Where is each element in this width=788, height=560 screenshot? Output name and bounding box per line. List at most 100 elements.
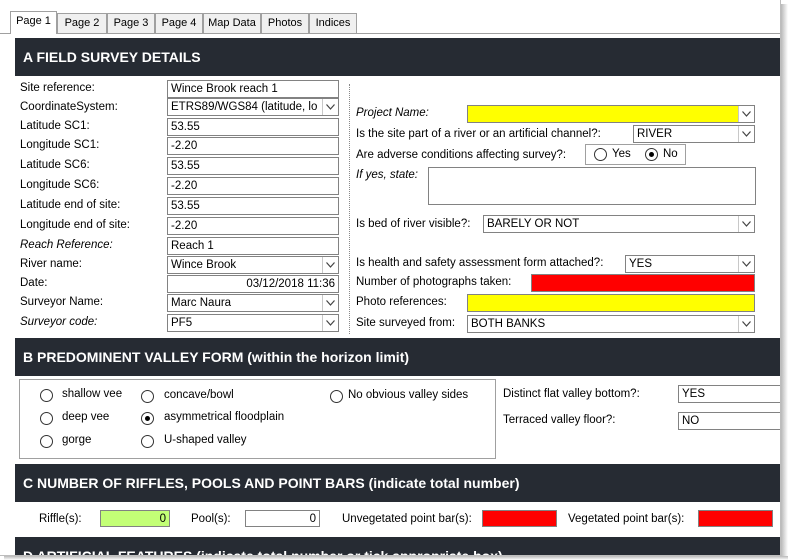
coordinate-system-label: CoordinateSystem:: [20, 101, 118, 113]
if-yes-state-textarea[interactable]: [428, 167, 756, 205]
longitude-end-input[interactable]: -2.20: [167, 217, 339, 235]
longitude-end-label: Longitude end of site:: [20, 219, 130, 231]
project-name-combo[interactable]: [467, 105, 755, 123]
chevron-down-icon[interactable]: [322, 315, 338, 331]
riffles-input[interactable]: 0: [100, 510, 170, 527]
column-divider: [349, 84, 350, 334]
adverse-no-radio[interactable]: [645, 148, 658, 161]
site-reference-label: Site reference:: [20, 82, 95, 94]
reach-reference-input[interactable]: Reach 1: [167, 237, 339, 255]
flat-valley-bottom-label: Distinct flat valley bottom?:: [503, 388, 640, 400]
latitude-sc1-label: Latitude SC1:: [20, 120, 90, 132]
if-yes-state-label: If yes, state:: [356, 169, 418, 181]
no-valley-sides-radio[interactable]: [330, 390, 343, 403]
longitude-sc6-input[interactable]: -2.20: [167, 177, 339, 195]
adverse-yes-radio[interactable]: [594, 148, 607, 161]
u-shaped-valley-radio[interactable]: [141, 435, 154, 448]
coordinate-system-combo[interactable]: ETRS89/WGS84 (latitude, lo: [167, 98, 339, 116]
terraced-floor-input[interactable]: NO: [678, 412, 780, 430]
longitude-sc6-label: Longitude SC6:: [20, 179, 100, 191]
num-photos-input[interactable]: [531, 274, 755, 292]
photo-references-label: Photo references:: [356, 296, 447, 308]
latitude-sc6-label: Latitude SC6:: [20, 159, 90, 171]
longitude-sc1-input[interactable]: -2.20: [167, 137, 339, 155]
tab-indices[interactable]: Indices: [309, 13, 357, 33]
surveyor-name-combo[interactable]: Marc Naura: [167, 294, 339, 312]
gorge-radio[interactable]: [40, 435, 53, 448]
tab-page-1[interactable]: Page 1: [10, 11, 57, 34]
health-safety-value: YES: [629, 258, 653, 270]
flat-valley-bottom-input[interactable]: YES: [678, 385, 780, 403]
date-input[interactable]: 03/12/2018 11:36: [167, 275, 339, 293]
project-name-label: Project Name:: [356, 107, 429, 119]
tab-page-3[interactable]: Page 3: [107, 13, 155, 33]
tab-photos[interactable]: Photos: [261, 13, 309, 33]
tab-page-4[interactable]: Page 4: [155, 13, 203, 33]
unvegetated-bars-input[interactable]: [482, 510, 557, 527]
window-shadow-right: [781, 4, 788, 560]
section-b-header: B PREDOMINENT VALLEY FORM (within the ho…: [15, 338, 780, 376]
tab-page-2[interactable]: Page 2: [57, 13, 107, 33]
site-part-label: Is the site part of a river or an artifi…: [356, 128, 601, 140]
latitude-end-input[interactable]: 53.55: [167, 197, 339, 215]
bed-visible-value: BARELY OR NOT: [487, 218, 580, 230]
health-safety-combo[interactable]: YES: [625, 255, 755, 273]
site-part-value: RIVER: [637, 128, 673, 140]
asymmetrical-floodplain-label: asymmetrical floodplain: [164, 411, 285, 423]
surveyor-code-combo[interactable]: PF5: [167, 314, 339, 332]
bed-visible-combo[interactable]: BARELY OR NOT: [483, 215, 755, 233]
chevron-down-icon[interactable]: [738, 216, 754, 232]
river-name-combo[interactable]: Wince Brook: [167, 256, 339, 274]
pools-label: Pool(s):: [191, 513, 231, 525]
chevron-down-icon[interactable]: [738, 126, 754, 142]
chevron-down-icon[interactable]: [738, 256, 754, 272]
latitude-end-label: Latitude end of site:: [20, 199, 121, 211]
unvegetated-bars-label: Unvegetated point bar(s):: [342, 513, 472, 525]
chevron-down-icon[interactable]: [322, 99, 338, 115]
site-reference-input[interactable]: Wince Brook reach 1: [167, 80, 339, 98]
chevron-down-icon[interactable]: [738, 106, 754, 122]
gorge-label: gorge: [62, 434, 92, 446]
riffles-label: Riffle(s):: [39, 513, 82, 525]
section-c-header: C NUMBER OF RIFFLES, POOLS AND POINT BAR…: [15, 464, 780, 502]
window-shadow-bottom: [4, 556, 788, 560]
bed-visible-label: Is bed of river visible?:: [356, 218, 471, 230]
concave-bowl-radio[interactable]: [141, 390, 154, 403]
vegetated-bars-input[interactable]: [698, 510, 773, 527]
adverse-yes-label: Yes: [612, 148, 631, 160]
surveyor-code-label: Surveyor code:: [20, 316, 98, 328]
latitude-sc1-input[interactable]: 53.55: [167, 118, 339, 136]
no-valley-sides-label: No obvious valley sides: [348, 389, 469, 401]
longitude-sc1-label: Longitude SC1:: [20, 139, 100, 151]
shallow-vee-radio[interactable]: [40, 389, 53, 402]
photo-references-input[interactable]: [467, 294, 755, 312]
shallow-vee-label: shallow vee: [62, 388, 123, 400]
tab-bar: Page 1 Page 2 Page 3 Page 4 Map Data Pho…: [0, 0, 780, 34]
surveyor-name-label: Surveyor Name:: [20, 296, 104, 308]
surveyed-from-combo[interactable]: BOTH BANKS: [467, 315, 755, 333]
page-1-content: A FIELD SURVEY DETAILS Site reference: W…: [15, 38, 780, 555]
site-part-combo[interactable]: RIVER: [633, 125, 755, 143]
tab-divider: [0, 33, 780, 34]
latitude-sc6-input[interactable]: 53.55: [167, 157, 339, 175]
num-photos-label: Number of photographs taken:: [356, 276, 512, 288]
river-name-value: Wince Brook: [171, 259, 237, 271]
health-safety-label: Is health and safety assessment form att…: [356, 257, 604, 269]
form-window: Page 1 Page 2 Page 3 Page 4 Map Data Pho…: [0, 0, 781, 556]
reach-reference-label: Reach Reference:: [20, 239, 113, 251]
pools-input[interactable]: 0: [245, 510, 320, 527]
deep-vee-radio[interactable]: [40, 412, 53, 425]
river-name-label: River name:: [20, 258, 82, 270]
coordinate-system-value: ETRS89/WGS84 (latitude, lo: [171, 101, 318, 113]
deep-vee-label: deep vee: [62, 411, 110, 423]
adverse-conditions-label: Are adverse conditions affecting survey?…: [356, 149, 567, 161]
asymmetrical-floodplain-radio[interactable]: [141, 412, 154, 425]
adverse-no-label: No: [663, 148, 678, 160]
tab-map-data[interactable]: Map Data: [203, 13, 261, 33]
section-a-header: A FIELD SURVEY DETAILS: [15, 38, 780, 76]
chevron-down-icon[interactable]: [738, 316, 754, 332]
chevron-down-icon[interactable]: [322, 257, 338, 273]
date-label: Date:: [20, 277, 48, 289]
u-shaped-valley-label: U-shaped valley: [164, 434, 247, 446]
chevron-down-icon[interactable]: [322, 295, 338, 311]
